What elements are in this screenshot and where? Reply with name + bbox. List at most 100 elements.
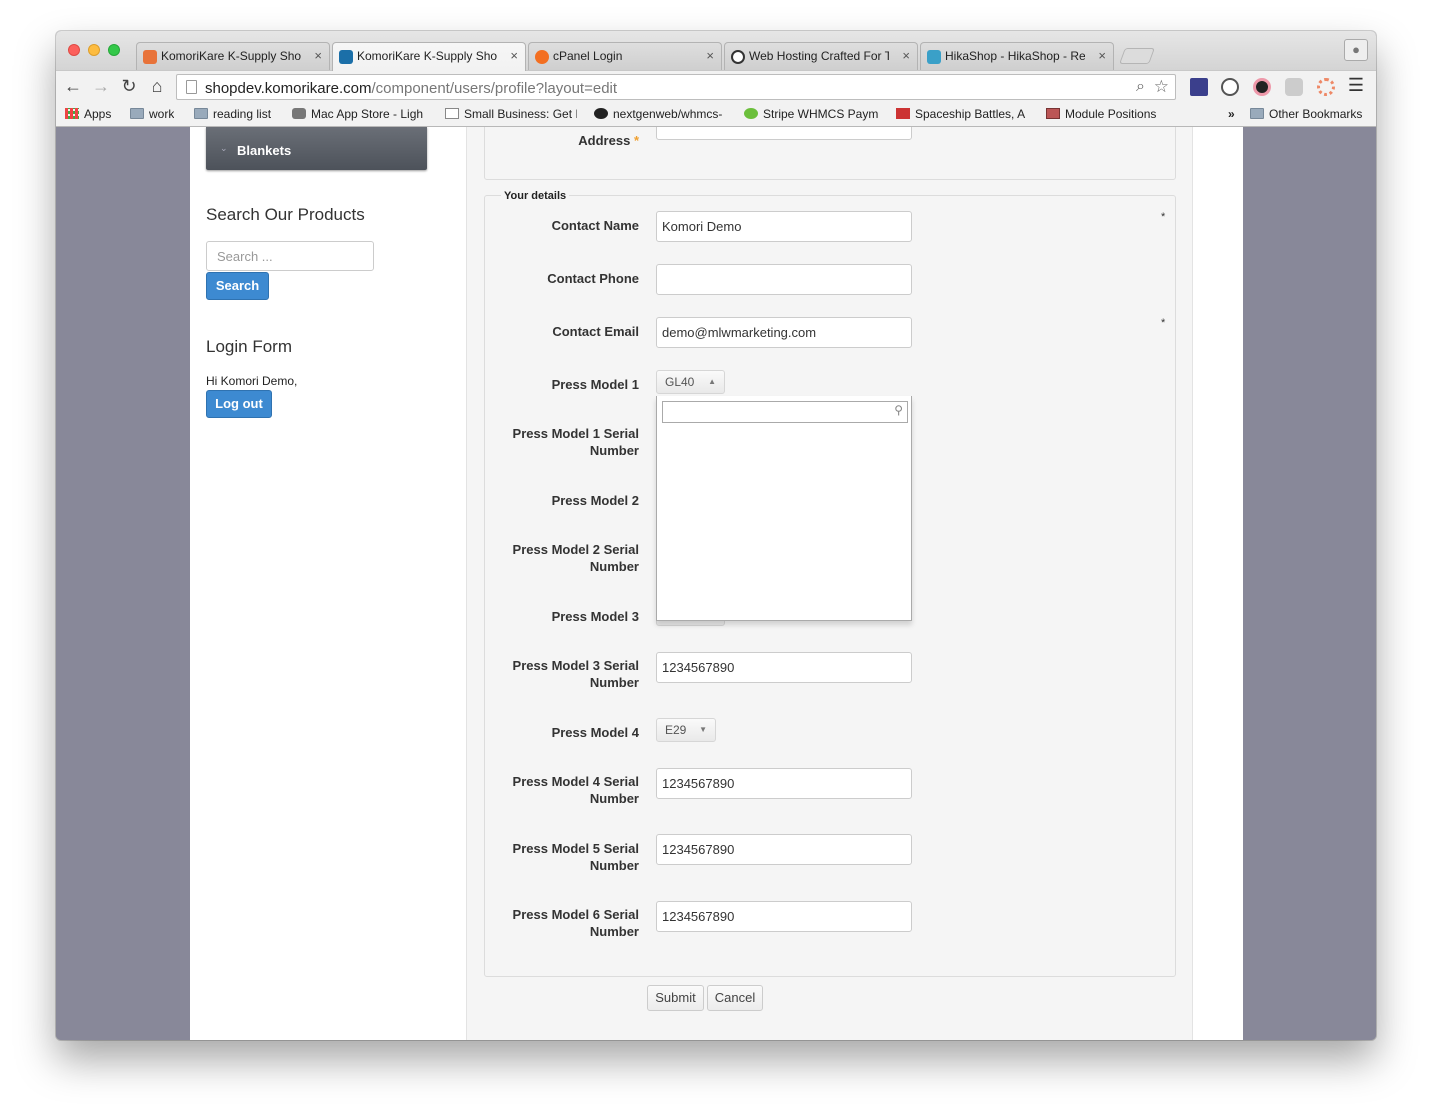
close-window-button[interactable] [68,44,80,56]
contact-name-label: Contact Name [551,218,639,233]
chevron-down-icon: ▼ [699,725,707,734]
address-bar[interactable]: shopdev.komorikare.com/component/users/p… [176,74,1176,100]
page-content: ⌄ Blankets Search Our Products Search ..… [190,127,1243,1040]
tab-title: Web Hosting Crafted For To [749,49,889,63]
tab-close-icon[interactable]: × [706,48,714,63]
stripe-icon [744,108,758,119]
cpanel-favicon-icon [535,50,549,64]
search-button[interactable]: Search [206,272,269,300]
joomla-favicon-icon [143,50,157,64]
category-label: Blankets [237,143,292,158]
greeting-text: Hi Komori Demo, [206,374,298,388]
press-model-1-select[interactable]: GL40 ▲ [656,370,725,394]
game-icon [896,108,910,119]
press-model-4-label: Press Model 4 [551,725,639,740]
label-line: Press Model 4 Serial [512,774,639,789]
extension-icon-2[interactable] [1253,78,1271,96]
address-field-cut[interactable] [656,127,912,140]
home-icon[interactable]: ⌂ [146,76,168,97]
bookmark-small-business[interactable]: Small Business: Get I [445,107,577,121]
reload-icon[interactable]: ↻ [118,76,140,97]
bookmark-star-icon[interactable]: ☆ [1154,77,1169,97]
your-details-legend: Your details [501,190,570,202]
tab-komorikare-2[interactable]: KomoriKare K-Supply Shop × [332,42,526,71]
bookmark-label: Module Positions [1065,107,1157,121]
zoom-window-button[interactable] [108,44,120,56]
bookmark-label: Apps [84,107,112,121]
logout-button[interactable]: Log out [206,390,272,418]
press-model-4-select[interactable]: E29 ▼ [656,718,716,742]
contact-phone-field[interactable] [656,264,912,295]
site-favicon-icon [339,50,353,64]
contact-email-field[interactable]: demo@mlwmarketing.com [656,317,912,348]
browser-toolbar: ← → ↻ ⌂ shopdev.komorikare.com/component… [56,70,1376,102]
contact-name-field[interactable]: Komori Demo [656,211,912,242]
tab-close-icon[interactable]: × [510,48,518,63]
bookmark-stripe-whmcs[interactable]: Stripe WHMCS Paym [744,107,879,121]
press-model-1-serial-label: Press Model 1 Serial Number [467,425,639,459]
press-model-1-label: Press Model 1 [551,377,639,392]
category-menu-item[interactable]: ⌄ Blankets [206,127,427,170]
tab-close-icon[interactable]: × [314,48,322,63]
bookmark-spaceship-battles[interactable]: Spaceship Battles, A [896,107,1031,121]
submit-button[interactable]: Submit [647,985,704,1011]
hikashop-favicon-icon [927,50,941,64]
hamburger-menu-icon[interactable]: ☰ [1348,75,1364,96]
contact-phone-label: Contact Phone [547,271,639,286]
minimize-window-button[interactable] [88,44,100,56]
press-model-6-serial-field[interactable]: 1234567890 [656,901,912,932]
search-heading: Search Our Products [206,205,365,224]
forward-arrow-icon[interactable]: → [90,76,112,97]
bookmarks-bar: Apps work reading list Mac App Store - L… [56,102,1376,127]
press-model-1-dropdown: ⚲ [656,396,912,621]
tab-close-icon[interactable]: × [1098,48,1106,63]
chevron-up-icon: ▲ [708,377,716,386]
bookmarks-overflow-icon[interactable]: » [1228,107,1235,121]
tab-cpanel-login[interactable]: cPanel Login × [528,42,722,70]
extension-icon-3[interactable] [1285,78,1303,96]
extension-icon-1[interactable] [1190,78,1208,96]
apple-icon [292,108,306,119]
bookmark-work[interactable]: work [130,107,174,121]
dropdown-search-input[interactable]: ⚲ [662,401,908,423]
press-model-2-label: Press Model 2 [551,493,639,508]
label-line: Number [589,791,639,806]
press-model-3-serial-field[interactable]: 1234567890 [656,652,912,683]
bookmark-label: Stripe WHMCS Paym [763,107,879,121]
press-model-2-serial-label: Press Model 2 Serial Number [467,541,639,575]
press-model-5-serial-field[interactable]: 1234567890 [656,834,912,865]
other-bookmarks[interactable]: Other Bookmarks [1250,107,1362,121]
profile-icon[interactable]: ● [1344,39,1368,61]
bookmark-module-positions[interactable]: Module Positions [1046,107,1156,121]
back-arrow-icon[interactable]: ← [62,76,84,97]
label-line: Number [589,858,639,873]
hosting-favicon-icon [731,50,745,64]
label-line: Number [589,443,639,458]
label-line: Press Model 6 Serial [512,907,639,922]
search-input[interactable]: Search ... [206,241,374,271]
tab-web-hosting[interactable]: Web Hosting Crafted For To × [724,42,918,70]
label-line: Number [589,924,639,939]
page-icon [186,80,197,94]
label-line: Press Model 5 Serial [512,841,639,856]
contact-email-label: Contact Email [552,324,639,339]
bookmark-mac-app-store[interactable]: Mac App Store - Ligh [292,107,428,121]
url-host: shopdev.komorikare.com [205,80,372,97]
tab-hikashop[interactable]: HikaShop - HikaShop - Rep × [920,42,1114,70]
joomla-extension-icon[interactable] [1317,78,1335,96]
address-label-text: Address [578,133,631,148]
folder-icon [130,108,144,119]
bookmark-reading-list[interactable]: reading list [194,107,271,121]
chevron-down-icon: ⌄ [220,143,228,153]
new-tab-button[interactable] [1119,48,1155,64]
onepassword-icon[interactable] [1221,78,1239,96]
tab-komorikare-1[interactable]: KomoriKare K-Supply Shop × [136,42,330,70]
required-mark: * [1161,211,1166,223]
cancel-button[interactable]: Cancel [707,985,763,1011]
bookmark-nextgenweb[interactable]: nextgenweb/whmcs- [594,107,730,121]
zoom-icon[interactable]: ⌕ [1136,78,1145,96]
press-model-3-serial-label: Press Model 3 Serial Number [467,657,639,691]
tab-close-icon[interactable]: × [902,48,910,63]
bookmark-apps[interactable]: Apps [65,107,111,121]
press-model-4-serial-field[interactable]: 1234567890 [656,768,912,799]
